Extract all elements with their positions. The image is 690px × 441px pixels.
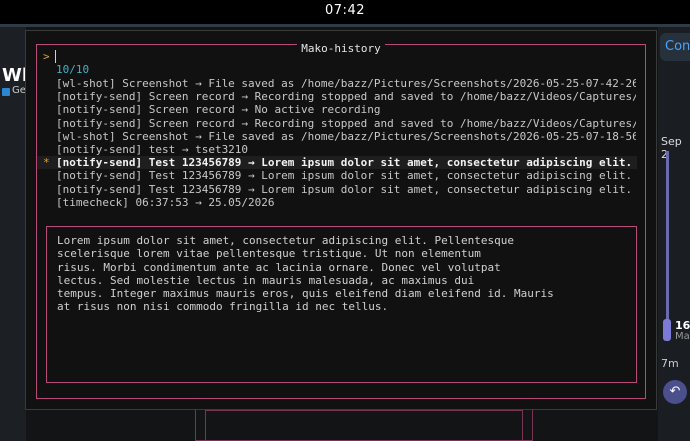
preview-line: scelerisque lorem vitae pellentesque tri… (57, 247, 481, 261)
list-item-text: [wl-shot] Screenshot → File saved as /ho… (56, 77, 636, 90)
list-item-text: [notify-send] Screen record → Recording … (56, 90, 636, 104)
list-item[interactable]: [wl-shot] Screenshot → File saved as /ho… (37, 130, 637, 143)
list-item-text: [notify-send] Test 123456789 → Lorem ips… (56, 169, 636, 183)
selection-marker: * (43, 156, 50, 170)
undo-icon[interactable]: ↶ (663, 380, 687, 404)
window-title-text: Mako-history (297, 42, 385, 55)
preview-pane: Lorem ipsum dolor sit amet, consectetur … (46, 226, 637, 383)
clock: 07:42 (325, 3, 365, 18)
search-input[interactable] (55, 50, 56, 63)
prompt-icon: > (43, 50, 50, 63)
list-item[interactable]: [notify-send] Screen record → Recording … (37, 90, 637, 103)
background-window-subtitle: Ge (12, 85, 26, 96)
preview-line: lectus. Sed molestie lectus in mauris ma… (57, 273, 475, 287)
list-item-selected[interactable]: * [notify-send] Test 123456789 → Lorem ip… (37, 156, 637, 170)
app-icon (2, 88, 10, 96)
history-frame: Mako-history > 10/10 [wl-shot] Screensho… (36, 42, 646, 399)
notification-list[interactable]: [wl-shot] Screenshot → File saved as /ho… (37, 77, 637, 209)
list-item-text: [timecheck] 06:37:53 → 25.05/2026 (56, 195, 275, 209)
list-item[interactable]: [notify-send] Screen record → No active … (37, 103, 637, 116)
list-item[interactable]: [notify-send] test → tset3210 (37, 143, 637, 156)
list-item[interactable]: [timecheck] 06:37:53 → 25.05/2026 (37, 196, 637, 209)
connect-button-label: Con (665, 39, 690, 54)
list-item-text: [wl-shot] Screenshot → File saved as /ho… (56, 129, 636, 143)
list-item-text: [notify-send] Test 123456789 → Lorem ips… (56, 156, 636, 170)
preview-line: at risus non nisi commodo fringilla id n… (57, 300, 389, 314)
window-title: Mako-history (37, 37, 645, 56)
preview-line: Lorem ipsum dolor sit amet, consectetur … (57, 234, 514, 247)
preview-line: risus. Morbi condimentum ante ac lacinia… (57, 260, 501, 274)
timeline-handle[interactable] (663, 319, 671, 341)
timeline-track[interactable] (666, 151, 669, 341)
list-item[interactable]: [notify-send] Test 123456789 → Lorem ips… (37, 183, 637, 196)
timeline-value-sub: Ma (675, 331, 690, 342)
list-item-text: [notify-send] Screen record → Recording … (56, 116, 636, 130)
background-frame-inner (205, 410, 523, 441)
preview-text: Lorem ipsum dolor sit amet, consectetur … (57, 234, 554, 314)
list-item[interactable]: [notify-send] Screen record → Recording … (37, 117, 637, 130)
list-item[interactable]: [wl-shot] Screenshot → File saved as /ho… (37, 77, 637, 90)
list-item-text: [notify-send] test → tset3210 (56, 142, 249, 156)
list-item-text: [notify-send] Test 123456789 → Lorem ips… (56, 182, 636, 196)
match-count: 10/10 (56, 63, 90, 76)
timeline-minutes: 7m (661, 357, 679, 370)
list-item-text: [notify-send] Screen record → No active … (56, 103, 381, 117)
background-window-left[interactable]: Wh Ge (0, 27, 35, 441)
mako-history-window[interactable]: Mako-history > 10/10 [wl-shot] Screensho… (25, 30, 657, 410)
top-bar-divider (0, 24, 690, 27)
list-item[interactable]: [notify-send] Test 123456789 → Lorem ips… (37, 169, 637, 182)
background-window-right[interactable]: Con Sep 2 163 Ma 7m ↶ (658, 27, 690, 441)
preview-line: tempus. Integer maximus mauris eros, qui… (57, 287, 554, 301)
top-bar: 07:42 (0, 0, 690, 24)
